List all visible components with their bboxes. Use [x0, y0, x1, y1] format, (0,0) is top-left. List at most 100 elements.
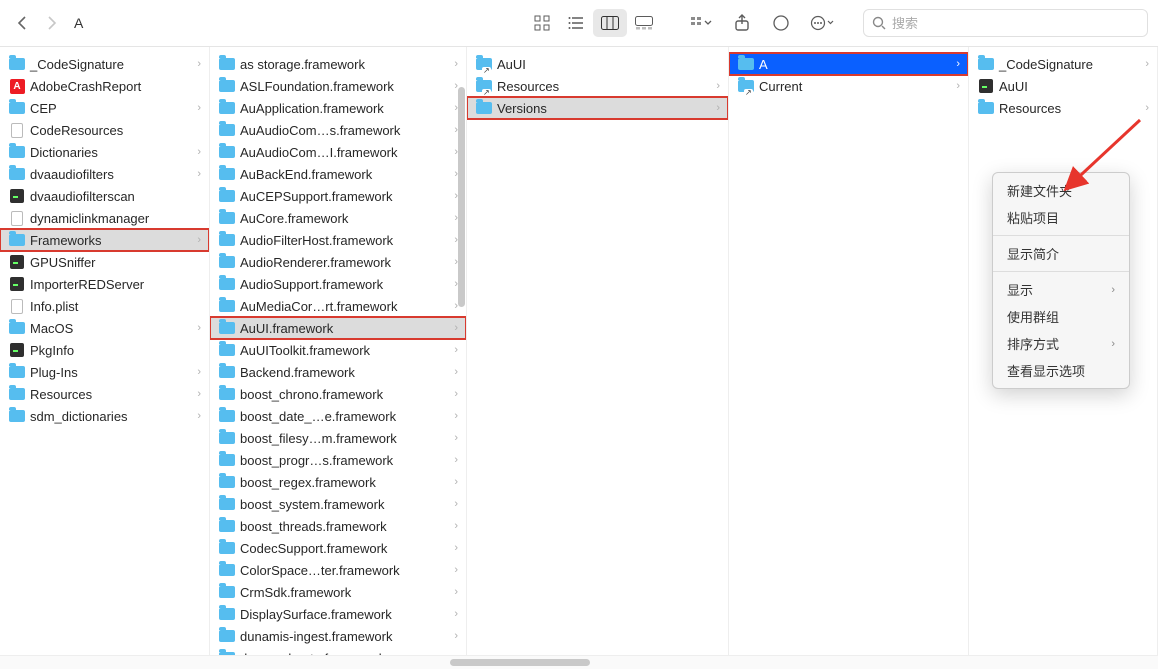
list-item-label: Frameworks: [30, 233, 102, 248]
adobe-icon: A: [8, 77, 26, 95]
list-item[interactable]: ↗Current›: [729, 75, 968, 97]
list-item[interactable]: Frameworks›: [0, 229, 209, 251]
list-item[interactable]: DisplaySurface.framework›: [210, 603, 466, 625]
list-item[interactable]: ASLFoundation.framework›: [210, 75, 466, 97]
list-item[interactable]: Backend.framework›: [210, 361, 466, 383]
view-icons-button[interactable]: [525, 9, 559, 37]
list-item[interactable]: A›: [729, 53, 968, 75]
list-item[interactable]: AuCore.framework›: [210, 207, 466, 229]
context-menu-item[interactable]: 查看显示选项: [993, 357, 1129, 384]
list-item[interactable]: _CodeSignature›: [0, 53, 209, 75]
list-item-label: dunamis-ingest.framework: [240, 629, 392, 644]
list-item-label: Dictionaries: [30, 145, 98, 160]
horizontal-scrollbar-track[interactable]: [0, 655, 1158, 669]
list-item[interactable]: ↗Resources›: [467, 75, 728, 97]
list-item[interactable]: boost_threads.framework›: [210, 515, 466, 537]
chevron-right-icon: ›: [454, 322, 458, 334]
folder-icon: [218, 319, 236, 337]
view-list-button[interactable]: [559, 9, 593, 37]
list-item[interactable]: CodecSupport.framework›: [210, 537, 466, 559]
folder-icon: [218, 77, 236, 95]
search-box[interactable]: [863, 9, 1148, 37]
list-item-label: boost_date_…e.framework: [240, 409, 396, 424]
list-item[interactable]: Versions›: [467, 97, 728, 119]
list-item[interactable]: AuUIToolkit.framework›: [210, 339, 466, 361]
nav-forward-button[interactable]: [40, 11, 64, 35]
list-item[interactable]: AuUI: [969, 75, 1157, 97]
list-item[interactable]: AuApplication.framework›: [210, 97, 466, 119]
list-item[interactable]: dvaaudiofilterscan: [0, 185, 209, 207]
horizontal-scrollbar-thumb[interactable]: [450, 659, 590, 666]
list-item[interactable]: boost_filesy…m.framework›: [210, 427, 466, 449]
list-item-label: AuCEPSupport.framework: [240, 189, 392, 204]
list-item-label: as storage.framework: [240, 57, 365, 72]
context-menu-item[interactable]: 使用群组: [993, 303, 1129, 330]
list-item[interactable]: AuAudioCom…I.framework›: [210, 141, 466, 163]
list-item[interactable]: CrmSdk.framework›: [210, 581, 466, 603]
view-columns-button[interactable]: [593, 9, 627, 37]
view-gallery-button[interactable]: [627, 9, 661, 37]
list-item[interactable]: GPUSniffer: [0, 251, 209, 273]
folder-icon: [218, 143, 236, 161]
nav-back-button[interactable]: [10, 11, 34, 35]
list-item[interactable]: ↗AuUI: [467, 53, 728, 75]
column-1: _CodeSignature›AAdobeCrashReportCEP›Code…: [0, 47, 210, 655]
folder-icon: [218, 341, 236, 359]
list-item[interactable]: sdm_dictionaries›: [0, 405, 209, 427]
context-menu-item-label: 排序方式: [1007, 334, 1059, 353]
list-item[interactable]: dvaaudiofilters›: [0, 163, 209, 185]
list-item[interactable]: ColorSpace…ter.framework›: [210, 559, 466, 581]
folder-icon: [218, 121, 236, 139]
context-menu-item-label: 查看显示选项: [1007, 361, 1085, 380]
context-menu-item[interactable]: 粘贴项目: [993, 204, 1129, 231]
list-item[interactable]: dynamiclinkmanager: [0, 207, 209, 229]
tags-button[interactable]: [765, 9, 799, 37]
folder-icon: [8, 319, 26, 337]
list-item[interactable]: AuMediaCor…rt.framework›: [210, 295, 466, 317]
actions-button[interactable]: [805, 9, 839, 37]
list-item[interactable]: AAdobeCrashReport: [0, 75, 209, 97]
list-item[interactable]: Resources›: [0, 383, 209, 405]
list-item[interactable]: Info.plist: [0, 295, 209, 317]
context-menu-item[interactable]: 排序方式›: [993, 330, 1129, 357]
chevron-right-icon: ›: [956, 58, 960, 70]
column-2: as storage.framework › ASLFoundation.frame…: [210, 47, 467, 655]
list-item[interactable]: ImporterREDServer: [0, 273, 209, 295]
list-item[interactable]: boost_date_…e.framework›: [210, 405, 466, 427]
context-menu-item[interactable]: 显示简介: [993, 240, 1129, 267]
list-item[interactable]: boost_chrono.framework›: [210, 383, 466, 405]
list-item[interactable]: AuCEPSupport.framework›: [210, 185, 466, 207]
context-menu-item[interactable]: 显示›: [993, 276, 1129, 303]
list-item[interactable]: _CodeSignature›: [969, 53, 1157, 75]
list-item[interactable]: PkgInfo: [0, 339, 209, 361]
list-item[interactable]: boost_progr…s.framework›: [210, 449, 466, 471]
list-item-label: AuAudioCom…s.framework: [240, 123, 400, 138]
context-menu-item[interactable]: 新建文件夹: [993, 177, 1129, 204]
list-item[interactable]: dvaaccelerate.framework›: [210, 647, 466, 655]
folder-icon: [218, 429, 236, 447]
list-item[interactable]: as storage.framework ›: [210, 53, 466, 75]
list-item[interactable]: CodeResources: [0, 119, 209, 141]
search-input[interactable]: [892, 16, 1139, 31]
list-item[interactable]: Resources›: [969, 97, 1157, 119]
list-item-label: GPUSniffer: [30, 255, 96, 270]
list-item[interactable]: AuUI.framework›: [210, 317, 466, 339]
list-item[interactable]: CEP›: [0, 97, 209, 119]
list-item[interactable]: AudioRenderer.framework›: [210, 251, 466, 273]
group-by-button[interactable]: [685, 9, 719, 37]
list-item[interactable]: AuBackEnd.framework›: [210, 163, 466, 185]
list-item[interactable]: boost_regex.framework›: [210, 471, 466, 493]
folder-icon: [8, 165, 26, 183]
list-item-label: CEP: [30, 101, 57, 116]
share-button[interactable]: [725, 9, 759, 37]
list-item[interactable]: boost_system.framework›: [210, 493, 466, 515]
list-item[interactable]: Plug-Ins›: [0, 361, 209, 383]
list-item[interactable]: MacOS›: [0, 317, 209, 339]
list-item[interactable]: AuAudioCom…s.framework›: [210, 119, 466, 141]
chevron-right-icon: ›: [454, 58, 458, 70]
list-item[interactable]: AudioFilterHost.framework›: [210, 229, 466, 251]
list-item[interactable]: Dictionaries›: [0, 141, 209, 163]
chevron-right-icon: ›: [1145, 102, 1149, 114]
list-item[interactable]: dunamis-ingest.framework›: [210, 625, 466, 647]
list-item[interactable]: AudioSupport.framework›: [210, 273, 466, 295]
